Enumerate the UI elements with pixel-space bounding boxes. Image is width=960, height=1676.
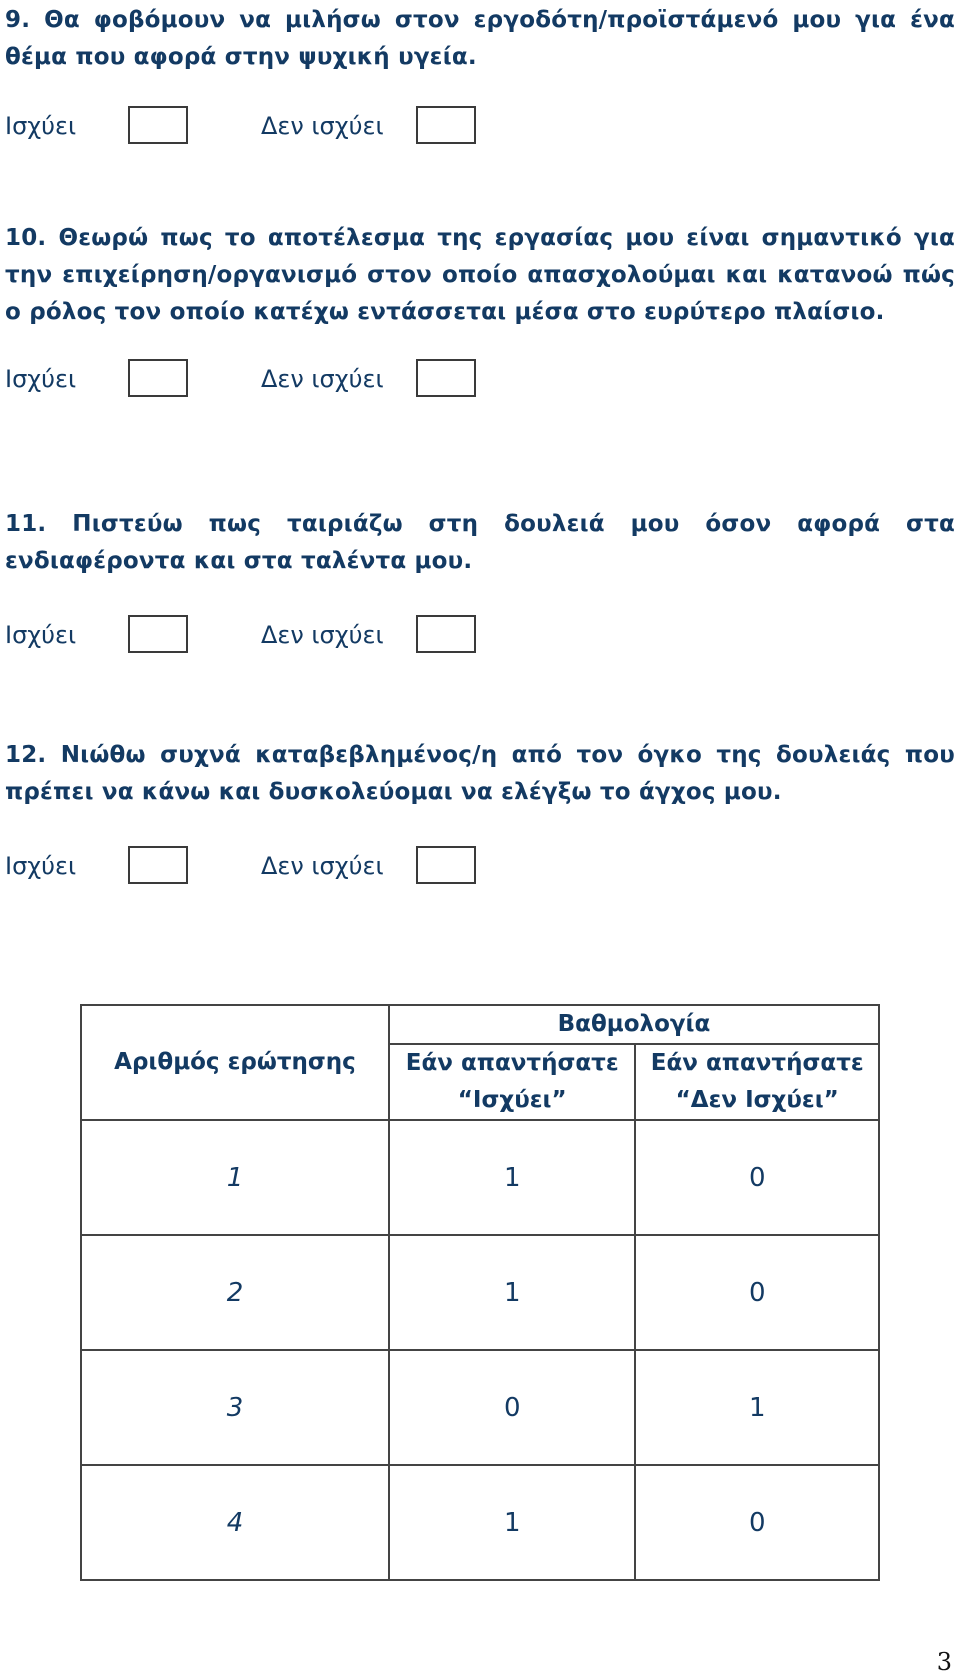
cell-score-no: 0 bbox=[634, 1464, 880, 1581]
question-number: 10. bbox=[5, 225, 47, 251]
checkbox-no[interactable] bbox=[416, 106, 476, 144]
checkbox-no[interactable] bbox=[416, 615, 476, 653]
answer-options-12: Ισχύει Δεν ισχύει bbox=[5, 846, 505, 890]
question-text: Θα φοβόμουν να μιλήσω στον εργοδότη/προϊ… bbox=[5, 7, 955, 70]
option-label-yes: Ισχύει bbox=[5, 852, 77, 880]
option-label-no: Δεν ισχύει bbox=[261, 365, 384, 393]
option-label-yes: Ισχύει bbox=[5, 621, 77, 649]
option-label-no: Δεν ισχύει bbox=[261, 852, 384, 880]
header-if-no: Εάν απαντήσατε “Δεν Ισχύει” bbox=[634, 1043, 880, 1121]
cell-score-no: 0 bbox=[634, 1234, 880, 1351]
checkbox-yes[interactable] bbox=[128, 846, 188, 884]
table-subheader-row: Αριθμός ερώτησης Εάν απαντήσατε “Ισχύει”… bbox=[80, 1043, 880, 1121]
answer-options-9: Ισχύει Δεν ισχύει bbox=[5, 106, 505, 150]
question-9: 9. Θα φοβόμουν να μιλήσω στον εργοδότη/π… bbox=[5, 2, 955, 76]
page-number: 3 bbox=[936, 1648, 952, 1676]
option-label-no: Δεν ισχύει bbox=[261, 621, 384, 649]
question-text: Πιστεύω πως ταιριάζω στη δουλειά μου όσο… bbox=[5, 511, 955, 574]
checkbox-yes[interactable] bbox=[128, 359, 188, 397]
cell-question: 4 bbox=[80, 1464, 390, 1581]
cell-score-yes: 0 bbox=[387, 1349, 637, 1466]
option-label-yes: Ισχύει bbox=[5, 112, 77, 140]
table-row: 1 1 0 bbox=[80, 1119, 880, 1236]
header-question-number: Αριθμός ερώτησης bbox=[80, 1044, 390, 1121]
table-row: 2 1 0 bbox=[80, 1234, 880, 1351]
question-10: 10. Θεωρώ πως το αποτέλεσμα της εργασίας… bbox=[5, 220, 955, 331]
header-empty-cell bbox=[80, 1004, 390, 1044]
option-label-no: Δεν ισχύει bbox=[261, 112, 384, 140]
question-11: 11. Πιστεύω πως ταιριάζω στη δουλειά μου… bbox=[5, 506, 955, 580]
cell-score-no: 1 bbox=[634, 1349, 880, 1466]
checkbox-no[interactable] bbox=[416, 359, 476, 397]
header-scoring: Βαθμολογία bbox=[387, 1004, 881, 1045]
cell-score-yes: 1 bbox=[387, 1119, 637, 1236]
checkbox-yes[interactable] bbox=[128, 106, 188, 144]
option-label-yes: Ισχύει bbox=[5, 365, 77, 393]
table-row: 4 1 0 bbox=[80, 1464, 880, 1581]
question-number: 9. bbox=[5, 7, 31, 33]
checkbox-no[interactable] bbox=[416, 846, 476, 884]
scoring-table: Βαθμολογία Αριθμός ερώτησης Εάν απαντήσα… bbox=[80, 1004, 881, 1581]
header-if-yes: Εάν απαντήσατε “Ισχύει” bbox=[387, 1043, 637, 1121]
cell-question: 3 bbox=[80, 1349, 390, 1466]
answer-options-11: Ισχύει Δεν ισχύει bbox=[5, 615, 505, 659]
question-text: Θεωρώ πως το αποτέλεσμα της εργασίας μου… bbox=[5, 225, 955, 325]
cell-question: 2 bbox=[80, 1234, 390, 1351]
cell-question: 1 bbox=[80, 1119, 390, 1236]
question-12: 12. Νιώθω συχνά καταβεβλημένος/η από τον… bbox=[5, 737, 955, 811]
cell-score-yes: 1 bbox=[387, 1464, 637, 1581]
checkbox-yes[interactable] bbox=[128, 615, 188, 653]
question-text: Νιώθω συχνά καταβεβλημένος/η από τον όγκ… bbox=[5, 742, 955, 805]
table-header-row: Βαθμολογία bbox=[80, 1004, 881, 1045]
question-number: 12. bbox=[5, 742, 47, 768]
question-number: 11. bbox=[5, 511, 47, 537]
cell-score-yes: 1 bbox=[387, 1234, 637, 1351]
table-row: 3 0 1 bbox=[80, 1349, 880, 1466]
answer-options-10: Ισχύει Δεν ισχύει bbox=[5, 359, 505, 403]
cell-score-no: 0 bbox=[634, 1119, 880, 1236]
